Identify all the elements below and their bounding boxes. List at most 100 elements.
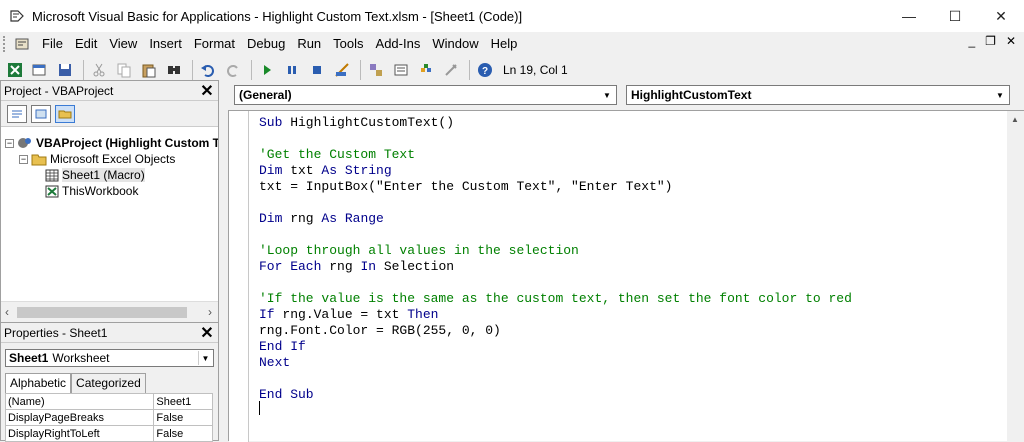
code-editor[interactable]: Sub HighlightCustomText() 'Get the Custo… <box>228 110 1024 442</box>
project-explorer-pane: Project - VBAProject ✕ − VBAProject (Hig… <box>0 80 219 324</box>
scrollbar-thumb[interactable] <box>17 307 187 318</box>
vba-menu-icon[interactable] <box>11 33 33 55</box>
code-line[interactable]: Sub HighlightCustomText() <box>259 115 852 131</box>
code-line[interactable]: End Sub <box>259 387 852 403</box>
menu-view[interactable]: View <box>103 32 143 56</box>
design-mode-icon[interactable] <box>331 59 353 81</box>
menu-addins[interactable]: Add-Ins <box>370 32 427 56</box>
menu-file[interactable]: File <box>36 32 69 56</box>
toolbar-separator <box>360 60 361 80</box>
toggle-folders-icon[interactable] <box>55 104 75 123</box>
code-text[interactable]: Sub HighlightCustomText() 'Get the Custo… <box>259 115 852 403</box>
run-icon[interactable] <box>256 59 278 81</box>
vba-app-icon <box>8 7 26 25</box>
editor-vertical-scrollbar[interactable]: ▲ <box>1007 111 1024 442</box>
code-line[interactable] <box>259 227 852 243</box>
property-row[interactable]: DisplayRightToLeft False <box>4 425 213 442</box>
mdi-restore-button[interactable]: ❐ <box>985 34 996 48</box>
view-object-icon[interactable] <box>31 104 51 123</box>
menu-bar: File Edit View Insert Format Debug Run T… <box>0 32 1024 56</box>
property-value[interactable]: False <box>153 409 213 426</box>
editor-margin[interactable] <box>229 111 249 442</box>
code-line[interactable]: Dim rng As Range <box>259 211 852 227</box>
code-line[interactable] <box>259 371 852 387</box>
project-pane-close-button[interactable]: ✕ <box>198 82 216 100</box>
property-row[interactable]: (Name) Sheet1 <box>4 393 213 410</box>
properties-object-select[interactable]: Sheet1 Worksheet ▼ <box>5 349 214 367</box>
code-line[interactable] <box>259 275 852 291</box>
scroll-right-icon[interactable]: › <box>208 305 212 319</box>
code-line[interactable]: 'Get the Custom Text <box>259 147 852 163</box>
project-pane-title: Project - VBAProject <box>4 83 114 98</box>
scroll-left-icon[interactable]: ‹ <box>5 305 9 319</box>
menu-grip[interactable] <box>3 36 7 52</box>
view-code-icon[interactable] <box>7 104 27 123</box>
tab-alphabetic[interactable]: Alphabetic <box>5 373 72 393</box>
code-line[interactable]: rng.Font.Color = RGB(255, 0, 0) <box>259 323 852 339</box>
tab-categorized[interactable]: Categorized <box>71 373 146 393</box>
tree-node-excel-objects[interactable]: − Microsoft Excel Objects <box>19 151 175 167</box>
toolbar-separator <box>192 60 193 80</box>
code-line[interactable]: 'Loop through all values in the selectio… <box>259 243 852 259</box>
excel-view-icon[interactable] <box>4 59 26 81</box>
properties-pane-close-button[interactable]: ✕ <box>198 324 216 342</box>
paste-icon[interactable] <box>138 59 160 81</box>
chevron-down-icon[interactable]: ▼ <box>992 87 1008 103</box>
collapse-icon[interactable]: − <box>19 154 28 164</box>
menu-insert[interactable]: Insert <box>143 32 188 56</box>
scroll-up-icon[interactable]: ▲ <box>1011 115 1019 124</box>
code-line[interactable]: txt = InputBox("Enter the Custom Text", … <box>259 179 852 195</box>
code-line[interactable]: If rng.Value = txt Then <box>259 307 852 323</box>
cut-icon[interactable] <box>88 59 110 81</box>
project-explorer-icon[interactable] <box>365 59 387 81</box>
code-line[interactable]: 'If the value is the same as the custom … <box>259 291 852 307</box>
tree-node-thisworkbook[interactable]: ThisWorkbook <box>45 183 138 199</box>
title-bar: Microsoft Visual Basic for Applications … <box>0 0 1024 32</box>
project-pane-header: Project - VBAProject ✕ <box>1 81 218 101</box>
object-combo[interactable]: (General) ▼ <box>234 85 617 105</box>
property-row[interactable]: DisplayPageBreaks False <box>4 409 213 426</box>
chevron-down-icon[interactable]: ▼ <box>198 351 212 365</box>
menu-help[interactable]: Help <box>485 32 524 56</box>
reset-icon[interactable] <box>306 59 328 81</box>
svg-text:?: ? <box>482 66 488 77</box>
menu-format[interactable]: Format <box>188 32 241 56</box>
menu-debug[interactable]: Debug <box>241 32 291 56</box>
property-value[interactable]: Sheet1 <box>153 393 213 410</box>
help-icon[interactable]: ? <box>474 59 496 81</box>
properties-window-icon[interactable] <box>390 59 412 81</box>
menu-run[interactable]: Run <box>291 32 327 56</box>
menu-edit[interactable]: Edit <box>69 32 103 56</box>
folder-icon <box>31 153 47 166</box>
insert-userform-icon[interactable] <box>29 59 51 81</box>
object-browser-icon[interactable] <box>415 59 437 81</box>
break-icon[interactable] <box>281 59 303 81</box>
code-line[interactable] <box>259 195 852 211</box>
maximize-button[interactable]: ☐ <box>932 0 978 32</box>
mdi-close-button[interactable]: ✕ <box>1006 34 1016 48</box>
chevron-down-icon[interactable]: ▼ <box>599 87 615 103</box>
code-line[interactable]: Dim txt As String <box>259 163 852 179</box>
menu-window[interactable]: Window <box>426 32 484 56</box>
toolbox-icon[interactable] <box>440 59 462 81</box>
code-line[interactable]: For Each rng In Selection <box>259 259 852 275</box>
tree-node-sheet1[interactable]: Sheet1 (Macro) <box>45 167 145 183</box>
code-line[interactable]: Next <box>259 355 852 371</box>
code-line[interactable] <box>259 131 852 147</box>
redo-icon[interactable] <box>222 59 244 81</box>
tree-node-vbaproject[interactable]: − VBAProject (Highlight Custom T <box>5 135 218 151</box>
code-line[interactable]: End If <box>259 339 852 355</box>
save-icon[interactable] <box>54 59 76 81</box>
property-value[interactable]: False <box>153 425 213 442</box>
menu-tools[interactable]: Tools <box>327 32 369 56</box>
find-icon[interactable] <box>163 59 185 81</box>
mdi-minimize-button[interactable]: _ <box>968 34 975 48</box>
close-button[interactable]: ✕ <box>978 0 1024 32</box>
collapse-icon[interactable]: − <box>5 138 14 148</box>
minimize-button[interactable]: — <box>886 0 932 32</box>
object-combo-value: (General) <box>239 88 292 102</box>
procedure-combo[interactable]: HighlightCustomText ▼ <box>626 85 1010 105</box>
project-horizontal-scrollbar[interactable]: ‹ › <box>1 301 218 323</box>
undo-icon[interactable] <box>197 59 219 81</box>
copy-icon[interactable] <box>113 59 135 81</box>
